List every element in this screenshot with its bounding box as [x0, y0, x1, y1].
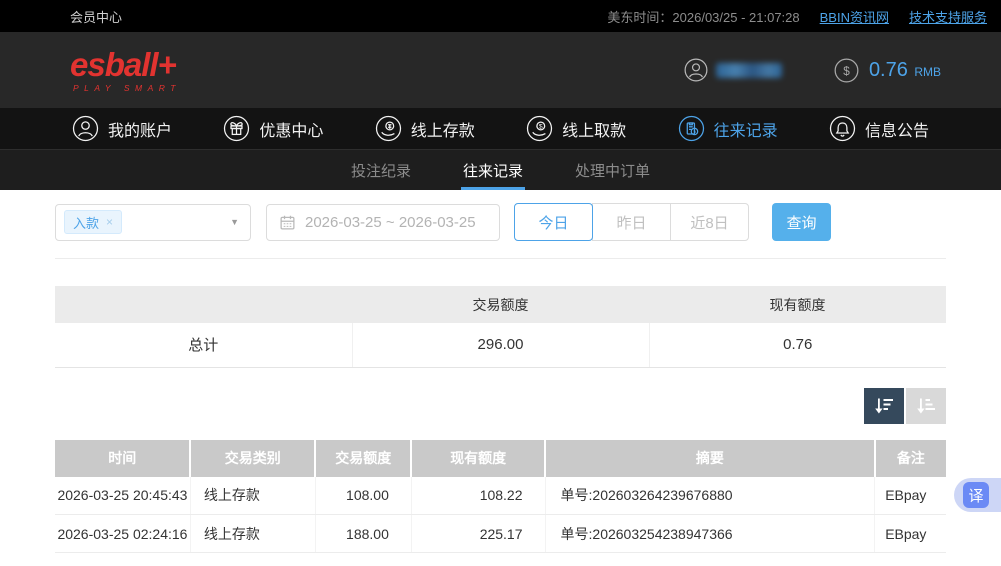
cell-amount: 108.00 [315, 476, 412, 515]
col-header-time: 时间 [55, 439, 192, 477]
logo-tagline: PLAY SMART [73, 82, 181, 93]
translate-fab[interactable]: 译 [954, 478, 1001, 512]
type-tag-label: 入款 [73, 215, 100, 231]
main-nav: 我的账户 优惠中心 线上存款 $ 线上取款 往来记录 信息公告 [0, 108, 1001, 150]
cell-time: 2026-03-25 02:24:16 [55, 514, 191, 553]
nav-item-my-account[interactable]: 我的账户 [72, 115, 172, 142]
nav-label: 我的账户 [108, 122, 173, 140]
quick-last8days-button[interactable]: 近8日 [670, 203, 749, 241]
header-right: $ 0.76 RMB [684, 58, 941, 83]
site-header: esball+ PLAY SMART $ 0.76 RMB [0, 32, 1001, 108]
cell-note: EBpay [874, 514, 946, 553]
balance-amount: 0.76 [868, 58, 908, 81]
sort-ascending-button[interactable] [906, 387, 946, 424]
sort-ascending-icon [917, 398, 935, 413]
sort-descending-icon [875, 398, 893, 413]
content-area: 入款 × ▼ 2026-03-25 ~ 2026-03-25 今日 昨日 近8日… [0, 190, 1001, 553]
user-account-chip[interactable] [684, 58, 782, 82]
type-select[interactable]: 入款 × ▼ [55, 203, 251, 241]
summary-header-current-amount: 现有额度 [649, 286, 946, 323]
nav-item-online-deposit[interactable]: 线上存款 [375, 115, 475, 142]
cell-type: 线上存款 [190, 514, 316, 553]
type-tag: 入款 × [64, 210, 123, 234]
col-header-summary: 摘要 [545, 439, 876, 477]
gift-icon [224, 115, 250, 142]
eastern-time-label: 美东时间：2026/03/25 - 21:07:28 [607, 9, 800, 25]
wallet-balance-chip[interactable]: $ 0.76 RMB [834, 58, 941, 83]
tech-support-link[interactable]: 技术支持服务 [909, 7, 987, 26]
filter-divider [55, 258, 946, 259]
tab-betting-records[interactable]: 投注纪录 [349, 150, 413, 190]
chevron-down-icon: ▼ [230, 217, 239, 227]
records-header-row: 时间 交易类别 交易额度 现有额度 摘要 备注 [55, 439, 946, 477]
top-bar: 会员中心 美东时间：2026/03/25 - 21:07:28 BBIN资讯网 … [0, 0, 1001, 32]
summary-total-row: 总计 296.00 0.76 [55, 323, 946, 368]
nav-item-promotions[interactable]: 优惠中心 [223, 115, 323, 142]
tag-remove-icon[interactable]: × [106, 215, 113, 229]
cell-balance: 108.22 [411, 476, 546, 515]
cell-summary: 单号:202603264239676880 [545, 476, 876, 515]
subnav-tabs: 投注纪录 往来记录 处理中订单 [0, 150, 1001, 190]
balance-currency: RMB [914, 64, 941, 79]
cell-summary: 单号:202603254238947366 [545, 514, 876, 553]
date-range-value: 2026-03-25 ~ 2026-03-25 [305, 213, 476, 231]
col-header-type: 交易类别 [190, 439, 317, 477]
bbin-news-link[interactable]: BBIN资讯网 [820, 7, 889, 26]
col-header-note: 备注 [874, 439, 946, 477]
nav-label: 线上存款 [410, 122, 475, 140]
quick-today-button[interactable]: 今日 [514, 203, 593, 241]
topbar-right: 美东时间：2026/03/25 - 21:07:28 BBIN资讯网 技术支持服… [607, 7, 987, 26]
nav-label: 线上取款 [562, 122, 627, 140]
date-range-input[interactable]: 2026-03-25 ~ 2026-03-25 [266, 203, 500, 241]
summary-total-label: 总计 [55, 323, 352, 368]
cell-type: 线上存款 [190, 476, 316, 515]
member-center-label[interactable]: 会员中心 [70, 7, 122, 26]
summary-current-amount: 0.76 [648, 323, 946, 368]
calendar-icon [280, 215, 295, 230]
deposit-icon [375, 115, 401, 142]
nav-label: 信息公告 [864, 122, 929, 140]
username-blurred [715, 62, 782, 78]
cell-note: EBpay [874, 476, 946, 515]
col-header-balance: 现有额度 [411, 439, 547, 477]
svg-text:$: $ [843, 64, 850, 77]
tab-transaction-records[interactable]: 往来记录 [460, 150, 526, 190]
nav-label: 往来记录 [713, 122, 778, 140]
quick-yesterday-button[interactable]: 昨日 [592, 203, 671, 241]
nav-item-announcements[interactable]: 信息公告 [829, 115, 929, 142]
nav-label: 优惠中心 [259, 122, 324, 140]
summary-transaction-amount: 296.00 [351, 323, 649, 368]
search-button[interactable]: 查询 [772, 203, 831, 241]
sort-descending-button[interactable] [864, 387, 904, 424]
records-icon [678, 115, 704, 142]
sort-controls [55, 387, 946, 424]
table-row: 2026-03-25 02:24:16 线上存款 188.00 225.17 单… [55, 514, 946, 553]
table-row: 2026-03-25 20:45:43 线上存款 108.00 108.22 单… [55, 476, 946, 515]
logo[interactable]: esball+ PLAY SMART [70, 48, 181, 93]
nav-item-online-withdrawal[interactable]: $ 线上取款 [526, 115, 626, 142]
avatar-icon [684, 58, 708, 82]
logo-text: esball+ [70, 45, 177, 83]
user-icon [72, 115, 99, 142]
tab-processing-orders[interactable]: 处理中订单 [573, 150, 652, 190]
col-header-amount: 交易额度 [315, 439, 413, 477]
translate-icon: 译 [963, 482, 989, 508]
summary-table: 交易额度 现有额度 总计 296.00 0.76 [55, 286, 946, 368]
svg-text:$: $ [539, 124, 543, 131]
cell-amount: 188.00 [315, 514, 412, 553]
cell-balance: 225.17 [411, 514, 546, 553]
quick-range-group: 今日 昨日 近8日 [514, 203, 749, 241]
dollar-coin-icon: $ [834, 58, 859, 82]
cell-time: 2026-03-25 20:45:43 [55, 476, 191, 515]
summary-header-transaction-amount: 交易额度 [352, 286, 649, 323]
filter-row: 入款 × ▼ 2026-03-25 ~ 2026-03-25 今日 昨日 近8日… [55, 203, 946, 241]
withdraw-icon: $ [527, 115, 553, 142]
summary-header-row: 交易额度 现有额度 [55, 286, 946, 323]
summary-header-empty [55, 286, 352, 323]
records-table: 时间 交易类别 交易额度 现有额度 摘要 备注 2026-03-25 20:45… [55, 439, 946, 553]
nav-item-transaction-records[interactable]: 往来记录 [678, 115, 778, 142]
bell-icon [829, 115, 856, 142]
